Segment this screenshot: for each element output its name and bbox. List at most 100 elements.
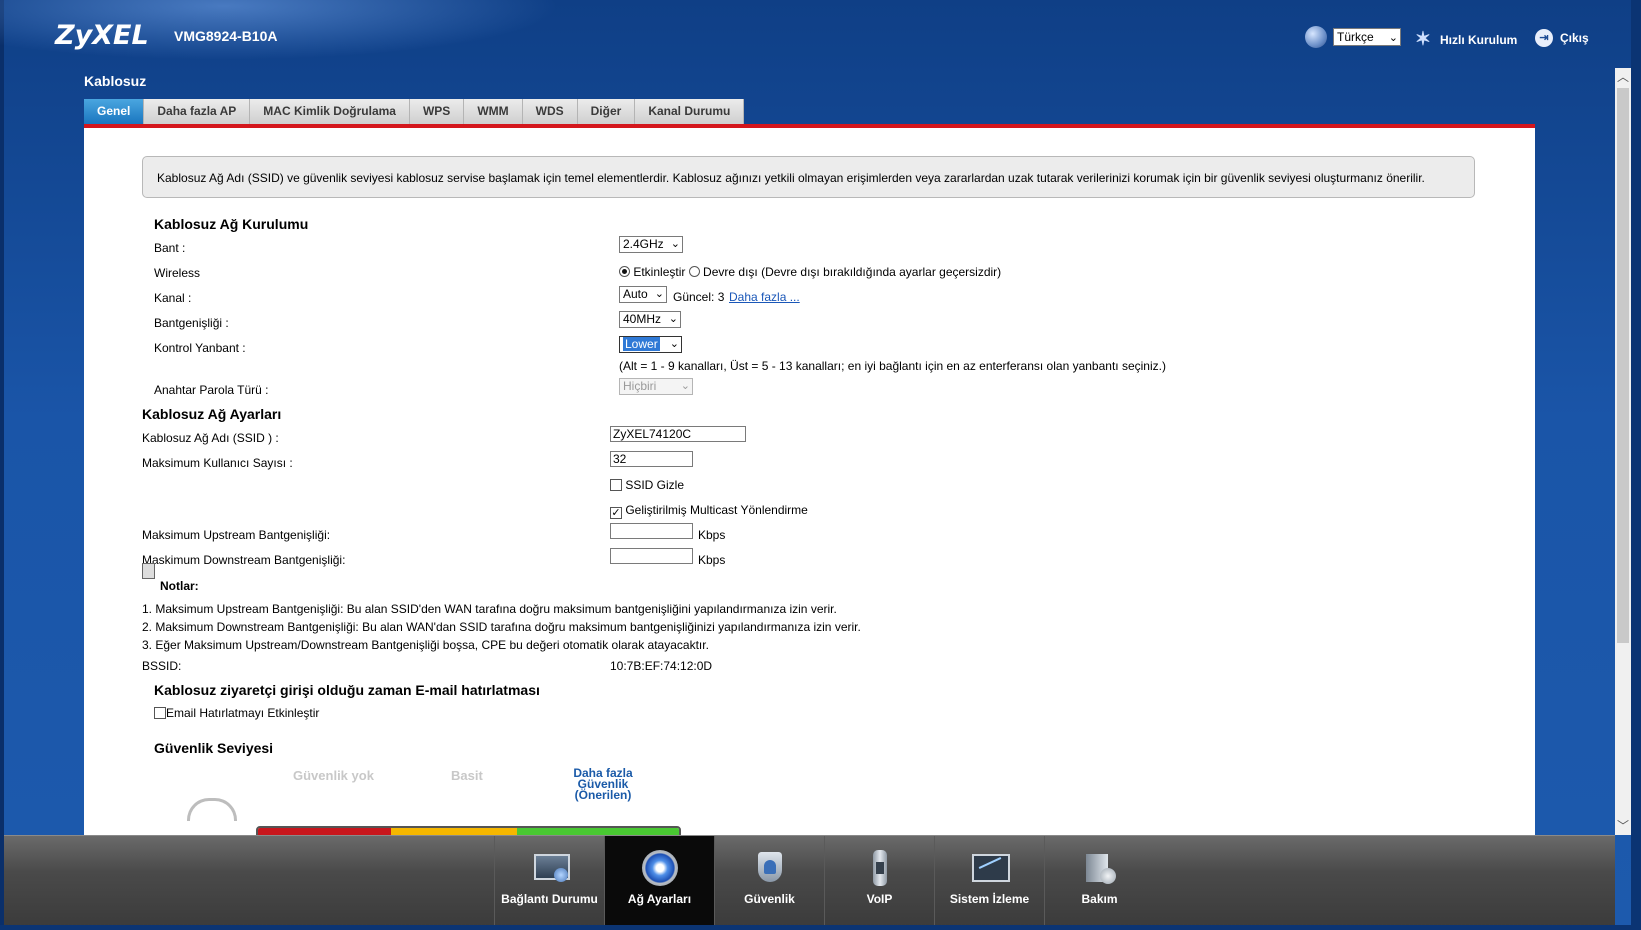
note-3: 3. Eğer Maksimum Upstream/Downstream Ban… — [142, 638, 709, 652]
hide-ssid-checkbox[interactable] — [610, 479, 622, 491]
passphrase-type-label: Anahtar Parola Türü : — [154, 383, 269, 397]
info-box: Kablosuz Ağ Adı (SSID) ve güvenlik seviy… — [142, 156, 1475, 198]
chevron-down-icon: ⌄ — [669, 338, 679, 350]
channel-select[interactable]: Auto ⌄ — [619, 286, 667, 303]
wireless-enable-label: Etkinleştir — [633, 265, 686, 279]
logout-label: Çıkış — [1560, 31, 1589, 45]
nav-connection-status[interactable]: Bağlantı Durumu — [494, 836, 604, 926]
tab-wps[interactable]: WPS — [409, 99, 465, 124]
channel-label: Kanal : — [154, 291, 192, 305]
bandwidth-select[interactable]: 40MHz ⌄ — [619, 311, 681, 328]
phone-icon — [860, 850, 900, 886]
nav-network-settings[interactable]: Ağ Ayarları — [604, 836, 714, 926]
wifi-signal-icon — [187, 798, 237, 821]
tab-channel-status[interactable]: Kanal Durumu — [635, 99, 745, 124]
wireless-disable-radio[interactable] — [688, 266, 700, 277]
wireless-radio-group: Etkinleştir Devre dışı (Devre dışı bırak… — [619, 265, 1001, 279]
tab-wmm[interactable]: WMM — [464, 99, 523, 124]
nav-label: Sistem İzleme — [949, 892, 1030, 906]
language-value: Türkçe — [1337, 30, 1374, 44]
chevron-down-icon: ⌄ — [680, 380, 690, 392]
nav-label: Ağ Ayarları — [627, 892, 692, 906]
language-select[interactable]: Türkçe ⌄ — [1333, 28, 1401, 46]
tab-more-ap[interactable]: Daha fazla AP — [144, 99, 251, 124]
nav-system-monitor[interactable]: Sistem İzleme — [934, 836, 1044, 926]
shield-icon — [750, 850, 790, 886]
network-heading: Kablosuz Ağ Ayarları — [142, 406, 282, 422]
ssid-input[interactable]: ZyXEL74120C — [610, 426, 746, 442]
tab-general[interactable]: Genel — [84, 99, 145, 124]
security-level-more[interactable]: Daha fazla Güvenlik (Önerilen) — [533, 767, 673, 802]
nav-label: Bağlantı Durumu — [501, 892, 598, 906]
window-left-edge — [0, 0, 4, 930]
network-gear-icon — [640, 850, 680, 886]
vertical-scrollbar[interactable]: ︿ ﹀ — [1615, 68, 1631, 835]
window-right-edge — [1631, 0, 1641, 930]
sideband-value: Lower — [623, 337, 660, 351]
scroll-up-icon[interactable]: ︿ — [1615, 68, 1631, 86]
wireless-disable-label: Devre dışı (Devre dışı bırakıldığında ay… — [703, 265, 1002, 279]
device-model: VMG8924-B10A — [174, 28, 278, 44]
nav-label: Güvenlik — [744, 892, 795, 906]
tab-wds[interactable]: WDS — [522, 99, 578, 124]
email-enable-label: Email Hatırlatmayı Etkinleştir — [166, 706, 320, 720]
logout-icon: ⇥ — [1535, 29, 1553, 47]
multicast-checkbox[interactable]: ✓ — [610, 507, 622, 519]
nav-security[interactable]: Güvenlik — [714, 836, 824, 926]
security-level-basic[interactable]: Basit — [451, 768, 483, 783]
more-channels-link[interactable]: Daha fazla ... — [729, 290, 800, 304]
email-enable-checkbox[interactable] — [154, 707, 166, 719]
chevron-down-icon: ⌄ — [668, 313, 678, 325]
zyxel-logo: ZyXEL — [55, 20, 149, 51]
window-bottom-edge — [0, 925, 1641, 930]
tab-other[interactable]: Diğer — [577, 99, 636, 124]
bandwidth-label: Bantgenişliği : — [154, 316, 229, 330]
sideband-note: (Alt = 1 - 9 kanalları, Üst = 5 - 13 kan… — [619, 359, 1166, 373]
monitor-icon — [530, 850, 570, 886]
page-title: Kablosuz — [84, 73, 147, 89]
band-select[interactable]: 2.4GHz ⌄ — [619, 236, 683, 253]
security-heading: Güvenlik Seviyesi — [154, 740, 274, 756]
max-users-input[interactable]: 32 — [610, 451, 693, 467]
multicast-label: Geliştirilmiş Multicast Yönlendirme — [625, 503, 808, 517]
security-level-none[interactable]: Güvenlik yok — [293, 768, 374, 783]
upstream-unit: Kbps — [698, 528, 726, 542]
notes-title: Notlar: — [160, 579, 199, 593]
language-globe-icon — [1305, 26, 1327, 48]
main-content: Kablosuz Ağ Adı (SSID) ve güvenlik seviy… — [84, 124, 1535, 839]
wizard-star-icon: ✶ — [1415, 29, 1431, 50]
ssid-label: Kablosuz Ağ Adı (SSID ) : — [142, 431, 279, 445]
downstream-unit: Kbps — [698, 553, 726, 567]
maintenance-icon — [1080, 850, 1120, 886]
chart-monitor-icon — [970, 850, 1010, 886]
band-label: Bant : — [154, 241, 186, 255]
passphrase-type-value: Hiçbiri — [623, 379, 657, 393]
bandwidth-value: 40MHz — [623, 312, 662, 326]
scroll-thumb[interactable] — [1617, 88, 1629, 643]
nav-voip[interactable]: VoIP — [824, 836, 934, 926]
hide-ssid-row: SSID Gizle — [610, 478, 684, 492]
band-value: 2.4GHz — [623, 237, 664, 251]
multicast-row: ✓ Geliştirilmiş Multicast Yönlendirme — [610, 503, 808, 519]
logout-link[interactable]: ⇥ Çıkış — [1535, 29, 1589, 47]
quick-setup-label: Hızlı Kurulum — [1440, 33, 1518, 47]
security-level-more-line3: (Önerilen) — [574, 788, 632, 802]
bottom-navigation: Bağlantı Durumu Ağ Ayarları Güvenlik VoI… — [4, 835, 1615, 926]
scroll-down-icon[interactable]: ﹀ — [1615, 817, 1631, 835]
email-enable-row: Email Hatırlatmayı Etkinleştir — [154, 706, 319, 720]
sideband-select[interactable]: Lower ⌄ — [619, 336, 682, 353]
email-heading: Kablosuz ziyaretçi girişi olduğu zaman E… — [154, 682, 540, 698]
nav-maintenance[interactable]: Bakım — [1044, 836, 1154, 926]
tab-bar: Genel Daha fazla AP MAC Kimlik Doğrulama… — [84, 99, 745, 124]
tab-mac-auth[interactable]: MAC Kimlik Doğrulama — [250, 99, 410, 124]
upstream-input[interactable] — [610, 523, 693, 539]
hide-ssid-label: SSID Gizle — [625, 478, 685, 492]
max-users-label: Maksimum Kullanıcı Sayısı : — [142, 456, 293, 470]
quick-setup-link[interactable]: ✶ Hızlı Kurulum — [1412, 29, 1517, 51]
downstream-input[interactable] — [610, 548, 693, 564]
nav-label: Bakım — [1081, 892, 1118, 906]
passphrase-type-select[interactable]: Hiçbiri ⌄ — [619, 378, 693, 395]
wireless-enable-radio[interactable] — [619, 266, 630, 277]
language-area: Türkçe ⌄ — [1305, 26, 1401, 48]
nav-label: VoIP — [866, 892, 893, 906]
